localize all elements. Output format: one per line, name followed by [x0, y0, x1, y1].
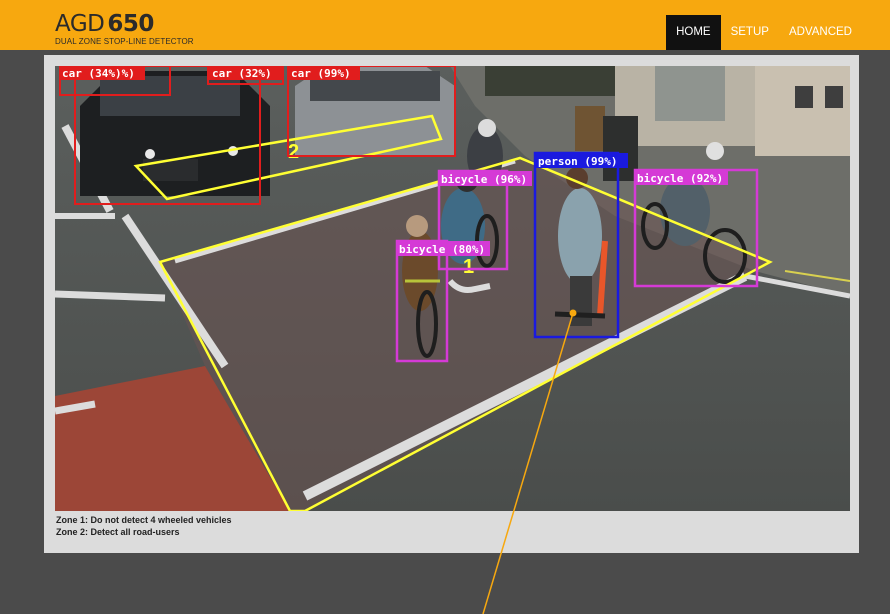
pointer-dot [569, 309, 577, 317]
pointer-line [482, 312, 574, 614]
annotation-pointer [482, 309, 577, 614]
